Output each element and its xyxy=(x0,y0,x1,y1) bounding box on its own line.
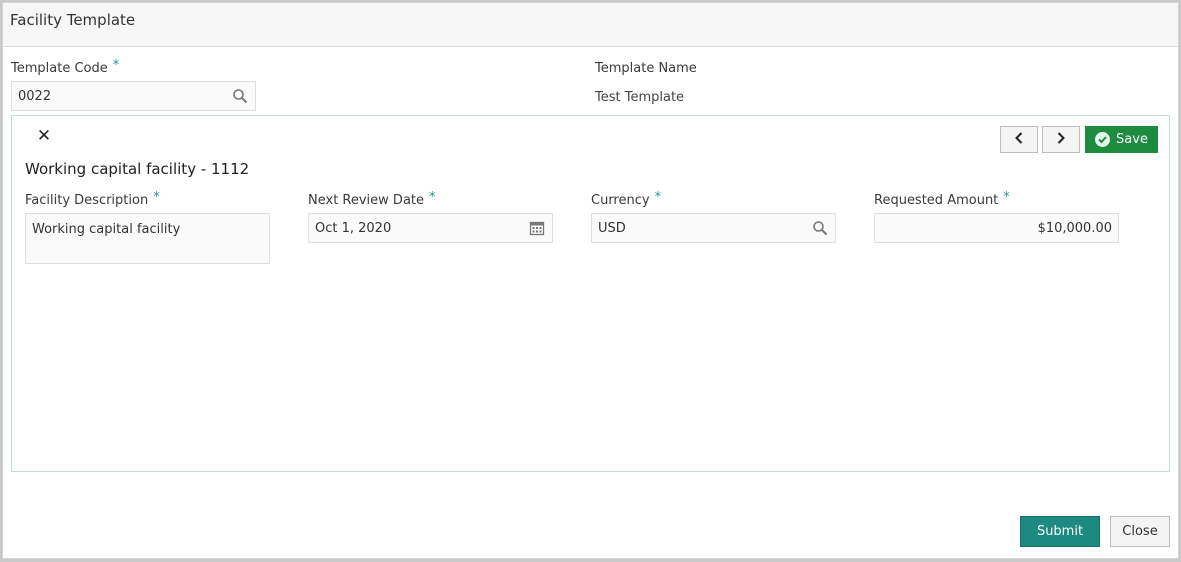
close-button[interactable]: Close xyxy=(1110,516,1170,547)
chevron-left-icon xyxy=(1013,130,1025,149)
facility-description-input[interactable]: Working capital facility xyxy=(25,213,270,264)
submit-button[interactable]: Submit xyxy=(1020,516,1100,547)
template-code-label: Template Code * xyxy=(11,58,120,76)
save-label: Save xyxy=(1116,132,1148,147)
required-mark: * xyxy=(112,58,120,73)
required-mark: * xyxy=(1003,190,1010,205)
next-review-date-value: Oct 1, 2020 xyxy=(315,220,392,236)
previous-button[interactable] xyxy=(1000,126,1038,153)
template-name-value: Test Template xyxy=(595,90,685,105)
facility-description-value: Working capital facility xyxy=(32,222,181,237)
required-mark: * xyxy=(429,190,436,205)
requested-amount-value: $10,000.00 xyxy=(1037,220,1112,236)
window-header: Facility Template xyxy=(3,3,1178,47)
facility-description-label: Facility Description * xyxy=(25,190,160,208)
currency-value: USD xyxy=(598,220,626,236)
currency-label: Currency * xyxy=(591,190,662,208)
search-icon[interactable] xyxy=(811,219,829,237)
search-icon[interactable] xyxy=(231,87,249,105)
close-icon[interactable]: ✕ xyxy=(36,128,52,145)
facility-template-window: Facility Template Template Code * 0022 Te… xyxy=(2,2,1179,559)
requested-amount-input[interactable]: $10,000.00 xyxy=(874,213,1119,243)
currency-input[interactable]: USD xyxy=(591,213,836,243)
template-code-value: 0022 xyxy=(18,88,52,104)
next-button[interactable] xyxy=(1042,126,1080,153)
required-mark: * xyxy=(153,190,160,205)
template-code-input[interactable]: 0022 xyxy=(11,81,256,111)
template-name-label: Template Name xyxy=(595,61,697,76)
requested-amount-label: Requested Amount * xyxy=(874,190,1010,208)
chevron-right-icon xyxy=(1055,130,1067,149)
next-review-date-input[interactable]: Oct 1, 2020 xyxy=(308,213,553,243)
calendar-icon[interactable] xyxy=(528,219,546,237)
facility-panel: ✕ Save Working capital facility - 1112 F… xyxy=(11,115,1170,472)
check-circle-icon xyxy=(1095,132,1111,147)
panel-title: Working capital facility - 1112 xyxy=(25,160,250,178)
window-title: Facility Template xyxy=(10,10,136,29)
next-review-date-label: Next Review Date * xyxy=(308,190,436,208)
required-mark: * xyxy=(654,190,662,205)
save-button[interactable]: Save xyxy=(1085,126,1158,153)
